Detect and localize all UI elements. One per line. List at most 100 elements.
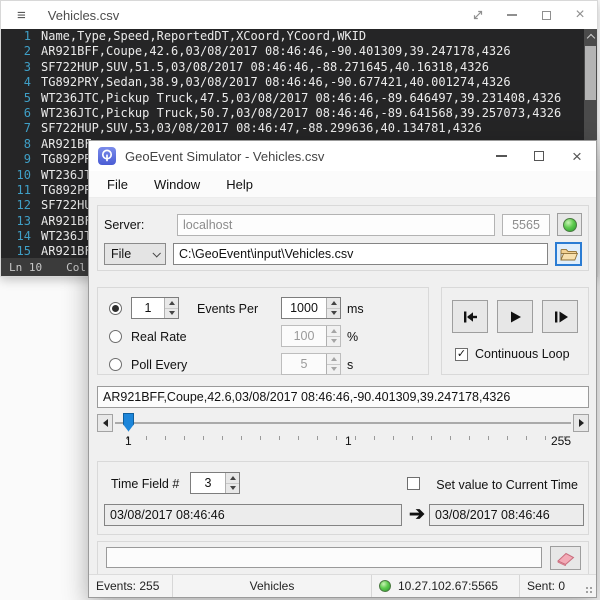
scrollbar-thumb[interactable] xyxy=(585,46,596,100)
spin-up-icon[interactable] xyxy=(165,298,178,308)
geoevent-app-icon xyxy=(98,147,116,165)
sent-count-text: Sent: 0 xyxy=(527,579,565,593)
events-per-radio[interactable] xyxy=(109,302,122,315)
right-arrow-icon xyxy=(579,419,584,427)
left-arrow-icon xyxy=(103,419,108,427)
time-field-spinner[interactable]: 3 xyxy=(190,472,240,494)
real-rate-value: 100 xyxy=(282,326,326,346)
poll-every-radio[interactable] xyxy=(109,358,122,371)
chevron-down-icon xyxy=(152,249,160,257)
event-slider xyxy=(97,413,589,432)
poll-every-row: Poll Every 5 s xyxy=(98,353,428,379)
percent-unit-label: % xyxy=(347,330,358,344)
editor-line: 6WT236JTC,Pickup Truck,50.7,03/08/2017 0… xyxy=(1,106,597,121)
step-button[interactable] xyxy=(542,300,578,333)
resize-grip[interactable] xyxy=(582,575,596,597)
slider-track[interactable] xyxy=(115,422,571,424)
events-count-spinner[interactable]: 1 xyxy=(131,297,179,319)
interval-spinner[interactable]: 1000 xyxy=(281,297,341,319)
skip-to-start-button[interactable] xyxy=(452,300,488,333)
menu-file[interactable]: File xyxy=(94,171,141,197)
browse-file-button[interactable] xyxy=(555,242,582,266)
connect-button[interactable] xyxy=(557,213,582,236)
line-indicator: Ln 10 xyxy=(9,261,42,274)
scroll-up-icon[interactable] xyxy=(584,29,597,44)
server-host-input[interactable]: localhost xyxy=(177,214,495,236)
source-type-value: File xyxy=(111,247,131,261)
play-icon xyxy=(505,307,525,327)
real-rate-row: Real Rate 100 % xyxy=(98,325,428,351)
poll-spinner: 5 xyxy=(281,353,341,375)
hamburger-menu-icon[interactable]: ≡ xyxy=(17,8,26,23)
close-icon: × xyxy=(575,7,584,23)
server-port-input[interactable]: 5565 xyxy=(502,214,550,236)
dataset-cell: Vehicles xyxy=(173,575,372,597)
minimize-button[interactable] xyxy=(495,1,529,29)
close-icon: × xyxy=(572,148,582,165)
slider-left-button[interactable] xyxy=(97,414,113,432)
time-values-row: 03/08/2017 08:46:46 ➔ 03/08/2017 08:46:4… xyxy=(98,504,588,528)
dataset-name-text: Vehicles xyxy=(250,579,295,593)
time-from-field[interactable]: 03/08/2017 08:46:46 xyxy=(104,504,402,526)
spin-up-icon xyxy=(327,354,340,364)
open-folder-icon xyxy=(560,247,578,262)
ms-unit-label: ms xyxy=(347,302,364,316)
spin-up-icon[interactable] xyxy=(226,473,239,483)
eraser-icon xyxy=(555,551,576,566)
close-button[interactable]: × xyxy=(563,1,597,29)
editor-line: 2AR921BFF,Coupe,42.6,03/08/2017 08:46:46… xyxy=(1,44,597,59)
file-path-input[interactable]: C:\GeoEvent\input\Vehicles.csv xyxy=(173,243,548,265)
sent-count-cell: Sent: 0 xyxy=(520,575,582,597)
events-count-cell: Events: 255 xyxy=(89,575,173,597)
set-current-time-row xyxy=(407,477,420,490)
arrow-right-icon: ➔ xyxy=(409,505,425,524)
play-button[interactable] xyxy=(497,300,533,333)
time-field-row: Time Field # 3 Set value to Current Time xyxy=(98,472,588,496)
slider-right-button[interactable] xyxy=(573,414,589,432)
seconds-unit-label: s xyxy=(347,358,353,372)
server-label: Server: xyxy=(104,218,170,232)
real-rate-spinner: 100 xyxy=(281,325,341,347)
editor-line: 7SF722HUP,SUV,53,03/08/2017 08:46:47,-88… xyxy=(1,121,597,136)
skip-to-start-icon xyxy=(460,307,480,327)
current-event-field[interactable]: AR921BFF,Coupe,42.6,03/08/2017 08:46:46,… xyxy=(97,386,589,408)
spin-down-icon[interactable] xyxy=(226,483,239,494)
maximize-button[interactable] xyxy=(529,1,563,29)
menu-window[interactable]: Window xyxy=(141,171,213,197)
continuous-loop-checkbox[interactable]: ✓ xyxy=(455,348,468,361)
set-current-time-checkbox[interactable] xyxy=(407,477,420,490)
fullscreen-button[interactable] xyxy=(461,1,495,29)
slider-thumb[interactable] xyxy=(123,413,134,432)
message-field[interactable] xyxy=(106,547,542,568)
source-row: File C:\GeoEvent\input\Vehicles.csv xyxy=(104,242,582,266)
close-button[interactable]: × xyxy=(558,141,596,171)
step-forward-icon xyxy=(550,307,570,327)
menu-help[interactable]: Help xyxy=(213,171,266,197)
time-field-group: Time Field # 3 Set value to Current Time… xyxy=(97,461,589,535)
maximize-button[interactable] xyxy=(520,141,558,171)
events-count-value: 1 xyxy=(132,298,164,318)
editor-line: 1Name,Type,Speed,ReportedDT,XCoord,YCoor… xyxy=(1,29,597,44)
set-current-time-label: Set value to Current Time xyxy=(436,478,578,492)
rate-group: 1 Events Per 1000 ms Real Rate 100 % Pol… xyxy=(97,287,429,375)
minimize-button[interactable] xyxy=(482,141,520,171)
editor-line: 4TG892PRY,Sedan,38.9,03/08/2017 08:46:46… xyxy=(1,75,597,90)
spin-down-icon[interactable] xyxy=(165,308,178,319)
minimize-icon xyxy=(507,14,517,16)
time-to-field[interactable]: 03/08/2017 08:46:46 xyxy=(429,504,584,526)
spin-up-icon xyxy=(327,326,340,336)
playback-buttons xyxy=(442,300,588,333)
time-field-value: 3 xyxy=(191,473,225,493)
source-type-dropdown[interactable]: File xyxy=(104,243,166,265)
interval-value: 1000 xyxy=(282,298,326,318)
real-rate-radio[interactable] xyxy=(109,330,122,343)
slider-max-label: 255 xyxy=(551,434,571,448)
continuous-loop-label: Continuous Loop xyxy=(475,347,570,361)
events-per-label: Events Per xyxy=(197,302,258,316)
clear-button[interactable] xyxy=(550,546,581,570)
editor-line: 5WT236JTC,Pickup Truck,47.5,03/08/2017 0… xyxy=(1,91,597,106)
poll-value: 5 xyxy=(282,354,326,374)
spin-down-icon[interactable] xyxy=(327,308,340,319)
playback-group: ✓ Continuous Loop xyxy=(441,287,589,375)
spin-up-icon[interactable] xyxy=(327,298,340,308)
